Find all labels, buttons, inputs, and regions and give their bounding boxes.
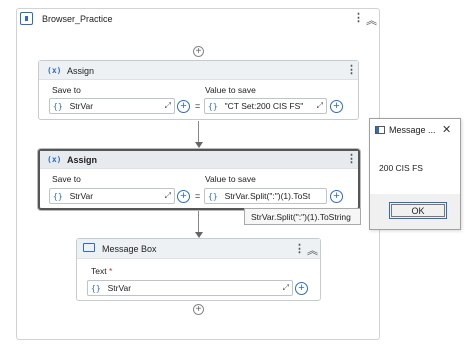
dialog-message: 200 CIS FS xyxy=(379,163,423,173)
sequence-icon xyxy=(20,12,33,25)
connector-arrow-1 xyxy=(195,142,203,148)
assign-2-value-label: Value to save xyxy=(205,174,256,184)
message-box-title: Message Box xyxy=(102,244,157,254)
connector-line-1 xyxy=(198,121,199,143)
assign-2-title: Assign xyxy=(67,155,98,165)
dialog-window-icon xyxy=(375,126,385,134)
dialog-close-icon[interactable]: ✕ xyxy=(442,123,451,136)
assign-2-equals: = xyxy=(195,191,201,201)
message-box-text-field[interactable]: {} StrVar ⤢ xyxy=(87,280,293,296)
assign-1-value-text: "CT Set:200 CIS FS" xyxy=(224,101,304,111)
assign-2-save-to-value: StrVar xyxy=(69,191,94,201)
assign-1-value-add-icon[interactable]: + xyxy=(330,100,343,113)
value-tooltip: StrVar.Split(":")(1).ToString xyxy=(244,208,361,225)
assign-1-title: Assign xyxy=(67,66,95,76)
message-box-icon xyxy=(83,243,95,252)
message-box-menu-icon[interactable]: ⋮ xyxy=(294,244,305,255)
expand-editor-icon[interactable]: ⤢ xyxy=(317,101,323,111)
message-box-collapse-icon[interactable]: ︽ xyxy=(307,242,318,258)
assign-2-menu-icon[interactable]: ⋮ xyxy=(346,154,357,165)
message-box-text-value: StrVar xyxy=(107,283,132,293)
assign-2-value-add-icon[interactable]: + xyxy=(330,190,343,203)
sequence-title: Browser_Practice xyxy=(42,14,113,24)
variable-brace-icon: {} xyxy=(53,191,63,201)
assign-2-save-to-label: Save to xyxy=(52,174,81,184)
assign-1-menu-icon[interactable]: ⋮ xyxy=(346,65,357,76)
assign-1-icon: (x) xyxy=(47,66,62,75)
assign-1-save-to-field[interactable]: {} StrVar ⤢ xyxy=(49,98,175,114)
sequence-menu-icon[interactable]: ⋮ xyxy=(353,13,364,24)
add-activity-bottom-icon[interactable]: + xyxy=(193,304,204,315)
assign-2-save-to-field[interactable]: {} StrVar ⤢ xyxy=(49,188,175,204)
assign-1-save-to-add-icon[interactable]: + xyxy=(177,100,190,113)
assign-2-save-to-add-icon[interactable]: + xyxy=(177,190,190,203)
assign-1-equals: = xyxy=(195,101,201,111)
sequence-collapse-icon[interactable]: ︽ xyxy=(366,12,377,28)
assign-2-value-text: StrVar.Split(":")(1).ToSt xyxy=(224,191,311,201)
assign-2-value-field[interactable]: {} StrVar.Split(":")(1).ToSt xyxy=(204,188,327,204)
variable-brace-icon: {} xyxy=(53,101,63,111)
expand-editor-icon[interactable]: ⤢ xyxy=(283,283,289,293)
dialog-title: Message ... xyxy=(389,125,436,135)
variable-brace-icon: {} xyxy=(208,101,218,111)
assign-2-icon: (x) xyxy=(47,155,62,164)
assign-1-value-field[interactable]: {} "CT Set:200 CIS FS" ⤢ xyxy=(204,98,327,114)
expand-editor-icon[interactable]: ⤢ xyxy=(165,191,171,201)
add-activity-top-icon[interactable]: + xyxy=(193,46,204,57)
variable-brace-icon: {} xyxy=(208,191,218,201)
assign-1-value-label: Value to save xyxy=(205,85,256,95)
connector-line-2 xyxy=(198,211,199,233)
assign-1-save-to-label: Save to xyxy=(52,85,81,95)
variable-brace-icon: {} xyxy=(91,283,101,293)
expand-editor-icon[interactable]: ⤢ xyxy=(165,101,171,111)
required-mark: * xyxy=(108,266,113,276)
assign-1-save-to-value: StrVar xyxy=(69,101,94,111)
message-box-add-icon[interactable]: + xyxy=(295,282,308,295)
message-box-text-label: Text * xyxy=(91,266,113,276)
dialog-ok-button[interactable]: OK xyxy=(389,202,447,219)
